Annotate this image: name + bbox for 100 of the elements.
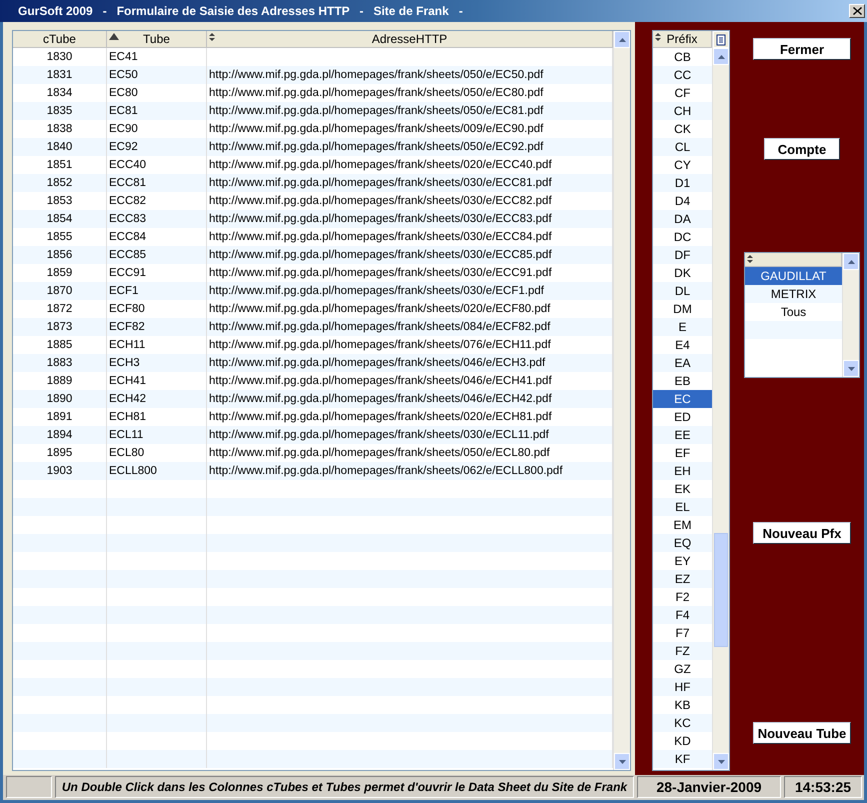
table-cell: 1830: [46, 51, 72, 63]
prefix-item[interactable]: HF: [653, 678, 712, 696]
table-cell: http://www.mif.pg.gda.pl/homepages/frank/sheets/076/e/ECH11.pdf: [209, 339, 551, 351]
document-icon: [716, 34, 726, 46]
scroll-up-button[interactable]: [713, 48, 729, 65]
scroll-down-button[interactable]: [843, 360, 859, 377]
table-cell: http://www.mif.pg.gda.pl/homepages/frank/sheets/050/e/EC50.pdf: [209, 69, 544, 81]
new-tube-button[interactable]: Nouveau Tube: [753, 722, 851, 744]
table-cell: ECC82: [109, 195, 146, 207]
table-cell: 1855: [46, 231, 72, 243]
prefix-item[interactable]: E: [653, 318, 712, 336]
table-cell: EC92: [109, 141, 138, 153]
table-cell: ECC40: [109, 159, 146, 171]
caret-up-icon: [618, 38, 626, 42]
table-cell: 1895: [46, 447, 72, 459]
prefix-item[interactable]: KF: [653, 750, 712, 768]
prefix-item[interactable]: FZ: [653, 642, 712, 660]
sort-icon: [655, 33, 661, 41]
prefix-item[interactable]: F4: [653, 606, 712, 624]
table-cell: 1889: [46, 375, 72, 387]
table-cell: EC90: [109, 123, 138, 135]
table-cell: 1835: [46, 105, 72, 117]
source-item[interactable]: METRIX: [745, 285, 842, 303]
status-date: 28-Janvier-2009: [656, 779, 762, 795]
table-cell: http://www.mif.pg.gda.pl/homepages/frank/sheets/030/e/ECL11.pdf: [209, 429, 549, 441]
prefix-item[interactable]: CH: [653, 102, 712, 120]
caret-up-icon: [848, 260, 854, 264]
caret-down-icon: [618, 760, 626, 764]
count-button[interactable]: Compte: [764, 138, 840, 160]
close-button[interactable]: [849, 4, 865, 18]
table-cell: http://www.mif.pg.gda.pl/homepages/frank/sheets/046/e/ECH42.pdf: [209, 393, 552, 405]
prefix-item[interactable]: KC: [653, 714, 712, 732]
column-header[interactable]: cTube: [13, 31, 107, 48]
table-cell: 1831: [46, 69, 72, 81]
caret-up-icon: [718, 54, 724, 58]
table-cell: 1891: [46, 411, 72, 423]
prefix-item[interactable]: DA: [653, 210, 712, 228]
table-cell: 1840: [46, 141, 72, 153]
table-cell: ECC83: [109, 213, 146, 225]
prefix-item[interactable]: DL: [653, 282, 712, 300]
close-icon: [852, 7, 862, 15]
table-cell: http://www.mif.pg.gda.pl/homepages/frank/sheets/062/e/ECLL800.pdf: [209, 465, 563, 477]
status-panel: [6, 776, 52, 798]
table-cell: http://www.mif.pg.gda.pl/homepages/frank/sheets/020/e/ECF80.pdf: [209, 303, 550, 315]
table-cell: 1851: [46, 159, 72, 171]
table-cell: ECC81: [109, 177, 146, 189]
table-cell: ECH11: [109, 339, 146, 351]
prefix-item[interactable]: EQ: [653, 534, 712, 552]
sort-icon: [209, 33, 215, 41]
scroll-thumb[interactable]: [714, 533, 728, 647]
table-cell: ECH3: [109, 357, 140, 369]
prefix-item[interactable]: EA: [653, 354, 712, 372]
prefix-item[interactable]: EL: [653, 498, 712, 516]
table-cell: 1854: [46, 213, 72, 225]
column-chooser-button[interactable]: [713, 31, 729, 48]
table-cell: 1890: [46, 393, 72, 405]
prefix-item[interactable]: DF: [653, 246, 712, 264]
source-item[interactable]: GAUDILLAT: [745, 267, 842, 285]
table-cell: http://www.mif.pg.gda.pl/homepages/frank/sheets/030/e/ECC91.pdf: [209, 267, 552, 279]
column-header[interactable]: Préfix: [653, 31, 712, 48]
column-header[interactable]: AdresseHTTP: [207, 31, 613, 48]
table-cell: 1852: [46, 177, 72, 189]
new-prefix-button[interactable]: Nouveau Pfx: [753, 522, 851, 544]
table-cell: EC80: [109, 87, 138, 99]
close-button[interactable]: Fermer: [753, 38, 851, 60]
table-cell: http://www.mif.pg.gda.pl/homepages/frank/sheets/030/e/ECC82.pdf: [209, 195, 552, 207]
prefix-item[interactable]: CL: [653, 138, 712, 156]
table-cell: 1856: [46, 249, 72, 261]
table-cell: ECC84: [109, 231, 146, 243]
scroll-down-button[interactable]: [614, 753, 630, 770]
prefix-item[interactable]: CC: [653, 66, 712, 84]
table-cell: ECLL800: [109, 465, 157, 477]
sort-ascending-icon: [109, 33, 119, 40]
status-message: Un Double Click dans les Colonnes cTubes et Tubes permet d'ouvrir le Data Sheet du Site de Frank: [62, 780, 628, 794]
prefix-item[interactable]: EZ: [653, 570, 712, 588]
prefix-item[interactable]: D1: [653, 174, 712, 192]
scroll-up-button[interactable]: [843, 253, 859, 270]
scroll-up-button[interactable]: [614, 31, 630, 48]
table-cell: 1853: [46, 195, 72, 207]
window-title: GurSoft 2009 - Formulaire de Saisie des Adresses HTTP - Site de Frank -: [18, 4, 463, 18]
scroll-down-button[interactable]: [713, 753, 729, 770]
table-cell: http://www.mif.pg.gda.pl/homepages/frank/sheets/050/e/ECL80.pdf: [209, 447, 550, 459]
prefix-item[interactable]: EH: [653, 462, 712, 480]
column-header[interactable]: Tube: [107, 31, 207, 48]
table-cell: http://www.mif.pg.gda.pl/homepages/frank/sheets/050/e/EC92.pdf: [209, 141, 544, 153]
table-cell: 1870: [46, 285, 72, 297]
prefix-item[interactable]: EC: [653, 390, 712, 408]
table-cell: EC50: [109, 69, 138, 81]
table-cell: http://www.mif.pg.gda.pl/homepages/frank/sheets/084/e/ECF82.pdf: [209, 321, 550, 333]
table-cell: 1838: [46, 123, 72, 135]
table-cell: ECC85: [109, 249, 146, 261]
table-cell: ECF1: [109, 285, 138, 297]
table-cell: http://www.mif.pg.gda.pl/homepages/frank/sheets/050/e/EC81.pdf: [209, 105, 544, 117]
table-cell: http://www.mif.pg.gda.pl/homepages/frank/sheets/050/e/EC80.pdf: [209, 87, 544, 99]
table-cell: 1834: [46, 87, 72, 99]
table-cell: EC81: [109, 105, 138, 117]
prefix-item[interactable]: EE: [653, 426, 712, 444]
table-cell: 1859: [46, 267, 72, 279]
table-cell: EC41: [109, 51, 138, 63]
table-cell: http://www.mif.pg.gda.pl/homepages/frank/sheets/020/e/ECH81.pdf: [209, 411, 552, 423]
